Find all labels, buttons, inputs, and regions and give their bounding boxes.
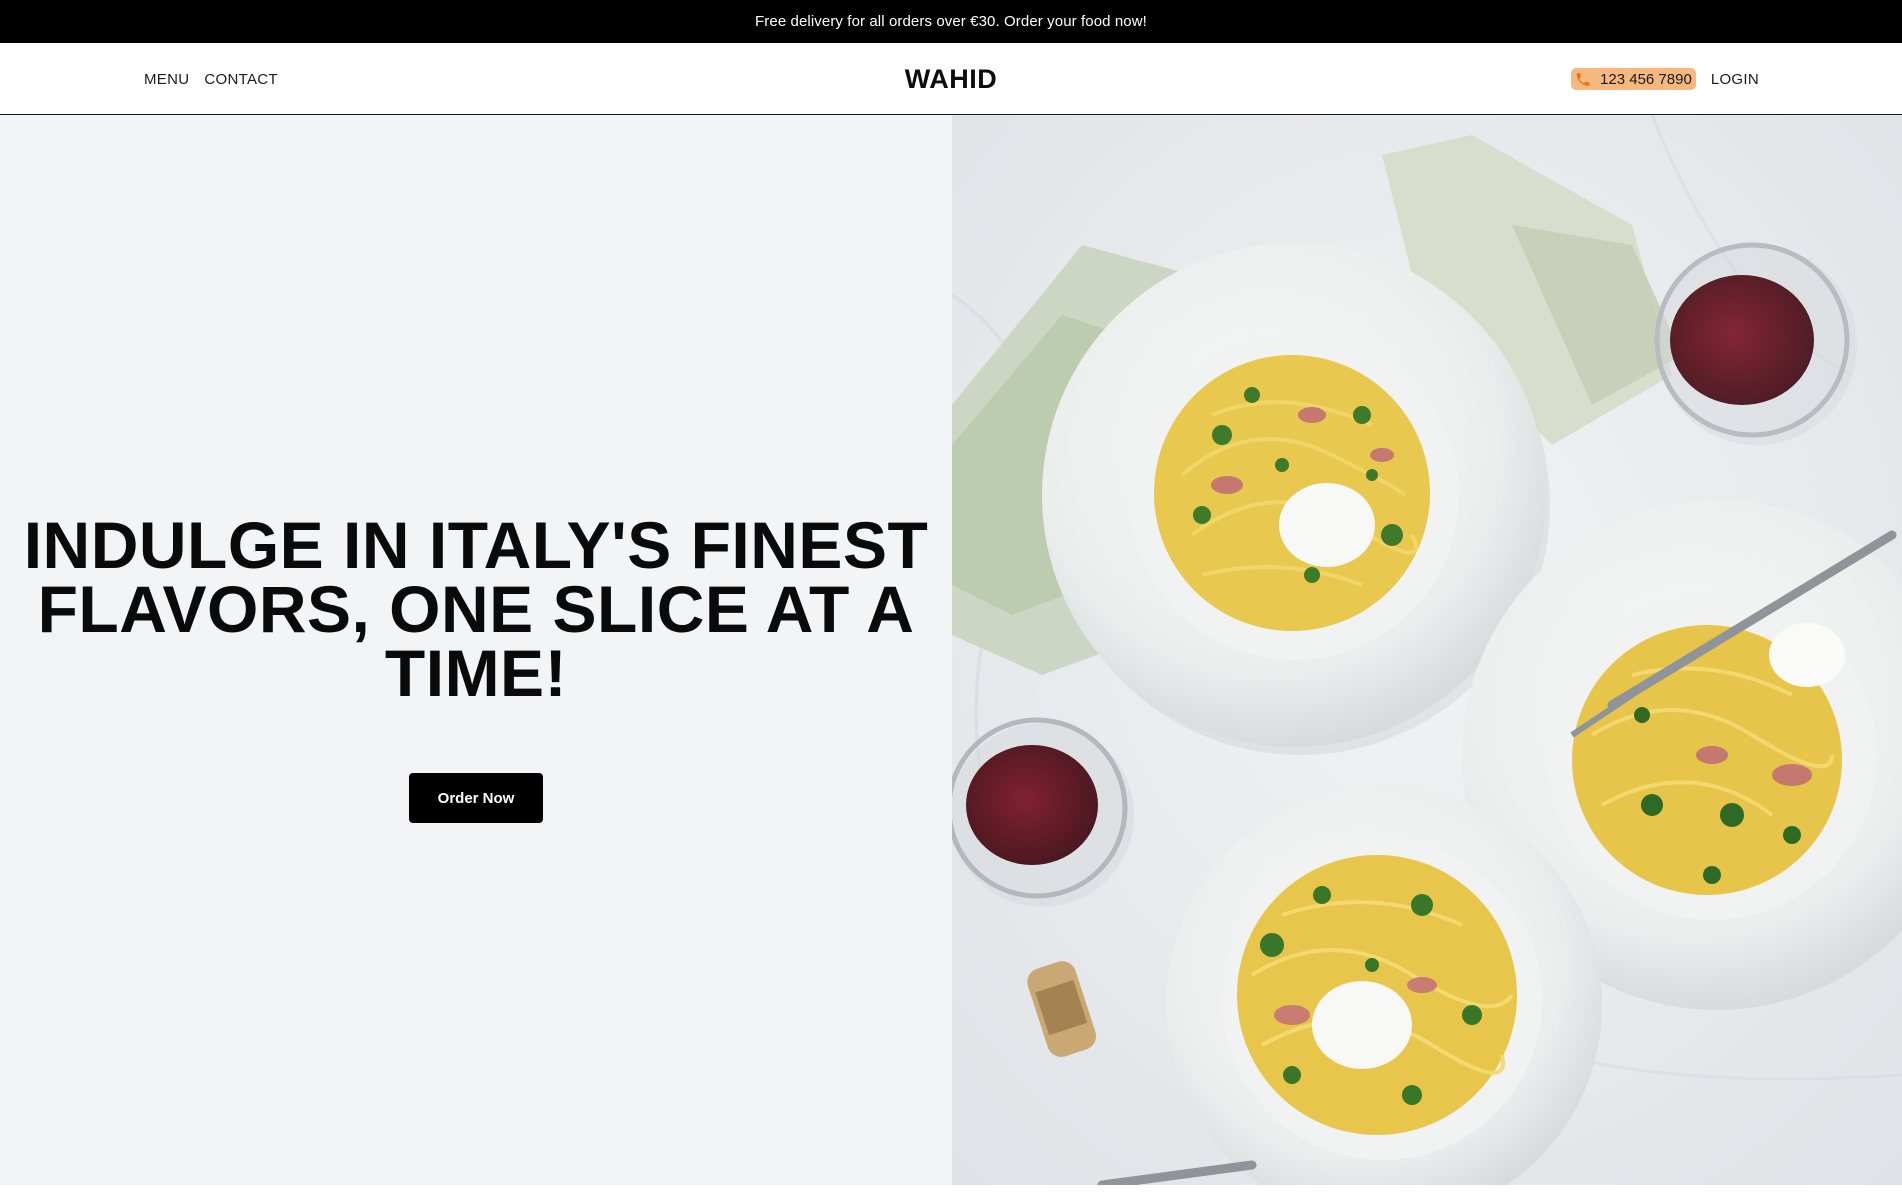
order-now-button[interactable]: Order Now [409, 773, 543, 823]
nav-menu-link[interactable]: MENU [144, 71, 189, 88]
phone-icon [1573, 70, 1593, 88]
announcement-bar: Free delivery for all orders over €30. O… [0, 0, 1902, 43]
nav-contact-link[interactable]: CONTACT [204, 71, 277, 88]
login-link[interactable]: LOGIN [1711, 71, 1759, 88]
hero-text-panel: INDULGE IN ITALY'S FINEST FLAVORS, ONE S… [0, 115, 952, 1185]
pasta-dishes-photo [952, 115, 1902, 1185]
site-header: MENU CONTACT WAHID 123 456 7890 LOGIN [0, 43, 1902, 115]
phone-contact[interactable]: 123 456 7890 [1571, 68, 1696, 90]
hero-image [952, 115, 1902, 1185]
announcement-text: Free delivery for all orders over €30. O… [755, 13, 1147, 30]
primary-nav: MENU CONTACT [144, 43, 278, 115]
phone-number: 123 456 7890 [1600, 70, 1692, 88]
hero-title: INDULGE IN ITALY'S FINEST FLAVORS, ONE S… [23, 508, 929, 710]
header-actions: 123 456 7890 LOGIN [1571, 43, 1759, 115]
